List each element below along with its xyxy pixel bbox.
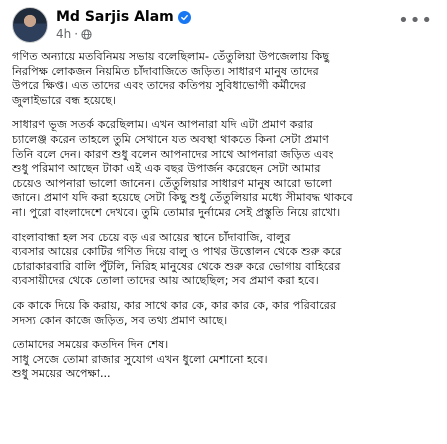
post-line: তিনি বলে দেন। কারণ শুধু বলেন আপনাদের সাথ… — [12, 147, 334, 161]
globe-icon — [81, 28, 92, 40]
post-paragraph-3: বাংলাবান্ধা হল সব চেয়ে বড় এর আয়ের স্থ… — [12, 231, 437, 289]
more-options-icon[interactable]: ••• — [398, 12, 433, 30]
post-body: গণিত অন্যায়ে মতবিনিময় সভায় বলেছিলাম- … — [12, 50, 437, 382]
separator-dot: · — [74, 27, 79, 41]
post-line: সদস্য কোন কাজে জড়িত, সব তথ্য প্রমাণ আছে… — [12, 313, 228, 327]
author-name[interactable]: Md Sarjis Alam — [56, 8, 174, 26]
author-avatar[interactable] — [12, 7, 48, 43]
post-header: Md Sarjis Alam 4h · ••• — [12, 0, 437, 50]
post-paragraph-1: গণিত অন্যায়ে মতবিনিময় সভায় বলেছিলাম- … — [12, 50, 437, 108]
post-line: গণিত অন্যায়ে মতবিনিময় সভায় বলেছিলাম- … — [12, 50, 330, 63]
post-line: চোরাকারবারি বালি পুঁটলি, নিরিহ মানুষের থ… — [12, 259, 341, 273]
author-name-row: Md Sarjis Alam — [56, 8, 191, 26]
post-paragraph-5: তোমাদের সময়ের কতদিন দিন শেষ। সাধু সেজে … — [12, 338, 437, 382]
post-line: বাংলাবান্ধা হল সব চেয়ে বড় এর আয়ের স্থ… — [12, 230, 291, 244]
author-meta: Md Sarjis Alam 4h · — [56, 8, 191, 42]
facebook-post: Md Sarjis Alam 4h · ••• গণিত অন্যায়ে মত… — [0, 0, 447, 444]
post-line: কে কাকে দিয়ে কি করায়, কার সাথে কার কে,… — [12, 298, 337, 312]
post-line: শুধু পরিমাণ আছেন টাকা এই এক বছর উপার্জন … — [12, 162, 321, 176]
post-line: তোমাদের সময়ের কতদিন দিন শেষ। — [12, 338, 169, 352]
post-paragraph-2: সাধারণ ভূজ সতর্ক করেছিলাম। এখন আপনারা যদ… — [12, 118, 437, 220]
post-line: ব্যবসায়ীদের থেকে তোলা তাদের আয় আছেছিল;… — [12, 274, 319, 288]
post-line: নিরপিক্ষ লোকজন নিয়মিত চাঁদাবাজিতে জড়িত… — [12, 64, 319, 78]
post-line: জুলাইভারে বন্ধ হয়েছে। — [12, 93, 117, 107]
post-timestamp[interactable]: 4h — [56, 26, 71, 42]
post-line: সাধারণ ভূজ সতর্ক করেছিলাম। এখন আপনারা যদ… — [12, 118, 314, 132]
verified-badge-icon — [177, 10, 191, 24]
post-line: উপরে ক্ষিপ্ত। এত তাদের এবং তাদের কতিপয় … — [12, 79, 306, 93]
post-line: শুধু সময়ের অপেক্ষা... — [12, 367, 111, 381]
post-line: ব্যবসার আয়ের কোটির গণিত দিয়ে বালু ও পা… — [12, 245, 342, 259]
post-subline: 4h · — [56, 26, 191, 42]
post-paragraph-4: কে কাকে দিয়ে কি করায়, কার সাথে কার কে,… — [12, 299, 437, 328]
post-line: সাধু সেজে তোমা রাজার সুযোগ এখন ধুলো মেশা… — [12, 352, 268, 366]
post-line: চেয়েও আপনারা ভালো জানেন। তেঁতুলিয়ার সা… — [12, 176, 332, 190]
post-line: জানে। প্রমাণ যদি করা হয়েছে সেটা কিছু শু… — [12, 191, 353, 205]
post-line: না। পুরো বাংলাদেশে দেখবে। তুমি তোমার দুর… — [12, 205, 341, 219]
post-line: চ্যালেঞ্জ করেন তাহলে তুমি সেখানে যত অবস্… — [12, 132, 329, 146]
